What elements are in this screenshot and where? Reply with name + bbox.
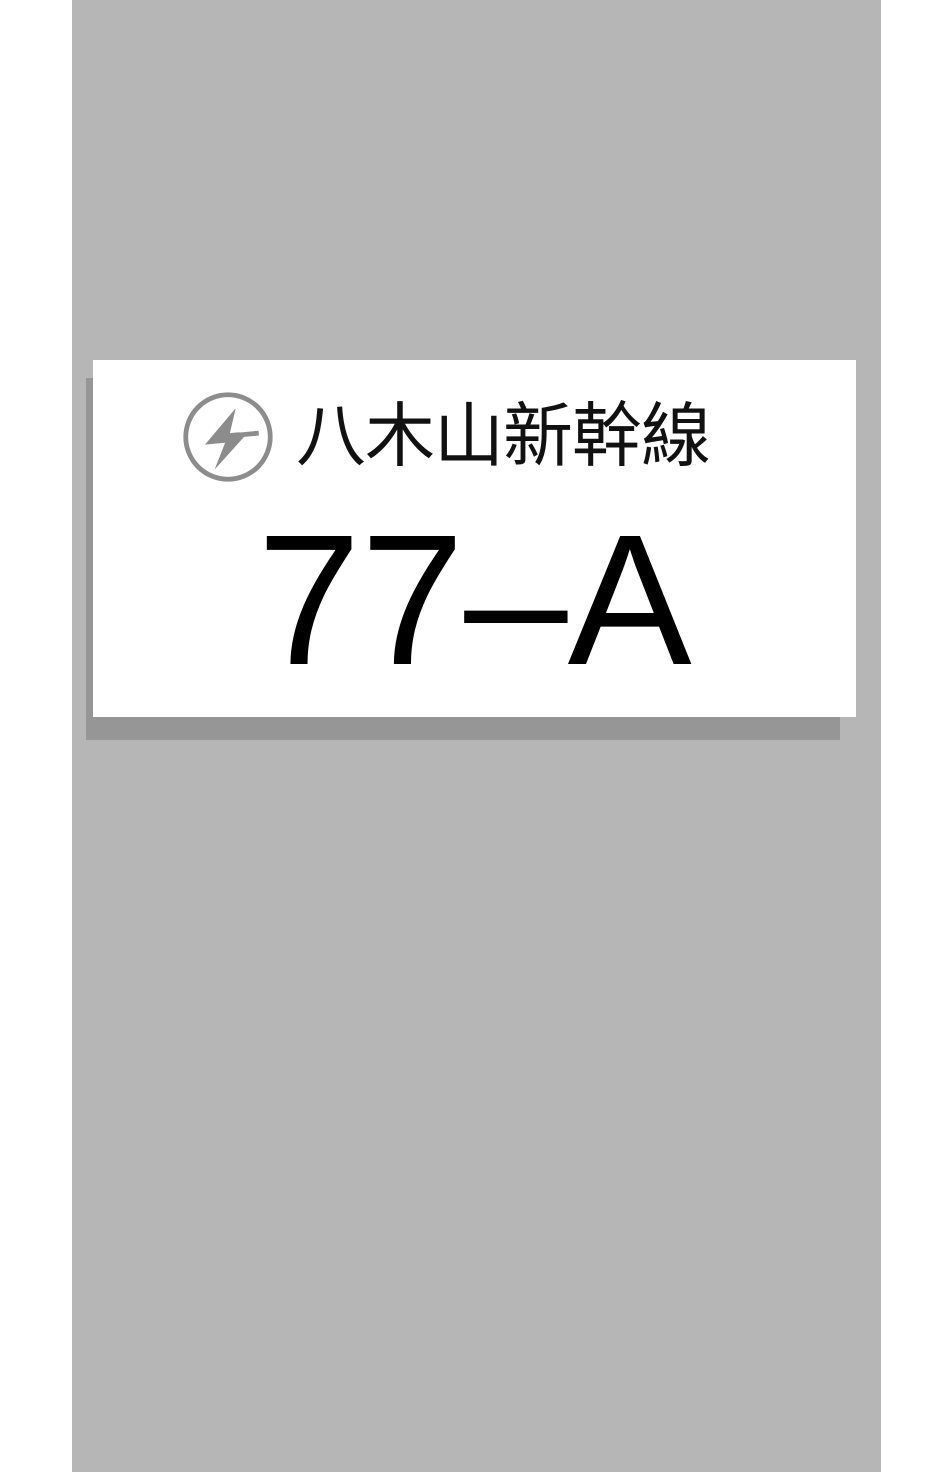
platform-code: 77–A <box>257 497 692 704</box>
lightning-circle-icon <box>183 392 273 482</box>
scene: 八木山新幹線 77–A <box>0 0 948 1472</box>
line-name: 八木山新幹線 <box>296 395 711 477</box>
